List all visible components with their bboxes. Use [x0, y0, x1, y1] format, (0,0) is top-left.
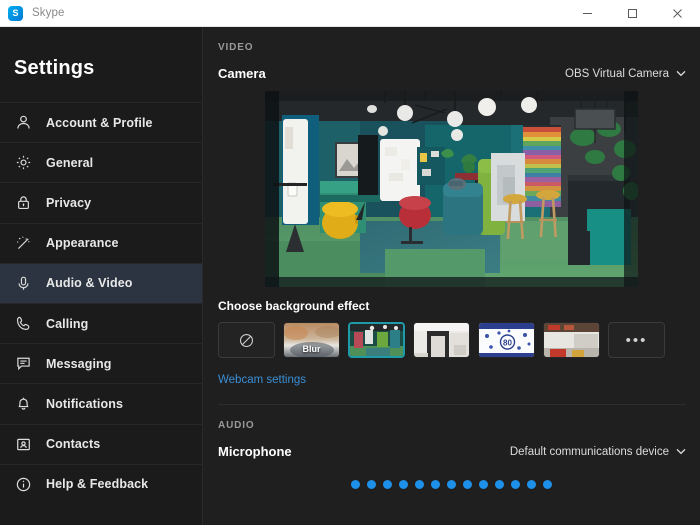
sidebar-item-label: Help & Feedback — [46, 477, 149, 492]
sidebar-item-general[interactable]: General — [0, 142, 202, 182]
background-effect-list: Blur 80 ••• — [203, 313, 700, 358]
bell-icon — [14, 394, 33, 413]
settings-main-panel: VIDEO Camera OBS Virtual Camera Choose b… — [203, 27, 700, 525]
office-hall-thumbnail-image — [544, 323, 599, 357]
level-dot — [383, 480, 392, 489]
background-more-button[interactable]: ••• — [608, 322, 665, 358]
level-dot — [351, 480, 360, 489]
background-option-green-office[interactable] — [348, 322, 405, 358]
svg-text:80: 80 — [503, 339, 512, 348]
sidebar-item-label: Privacy — [46, 195, 92, 210]
microphone-label: Microphone — [218, 444, 292, 459]
wand-icon — [14, 234, 33, 253]
title-bar: S Skype — [0, 0, 700, 27]
level-dot — [447, 480, 456, 489]
sidebar-item-label: Appearance — [46, 236, 119, 251]
white-room-thumbnail-image — [414, 323, 469, 357]
sidebar-item-messaging[interactable]: Messaging — [0, 343, 202, 383]
sidebar-item-appearance[interactable]: Appearance — [0, 222, 202, 263]
camera-select[interactable]: OBS Virtual Camera — [565, 68, 686, 80]
camera-label: Camera — [218, 66, 266, 81]
camera-row: Camera OBS Virtual Camera — [203, 66, 700, 81]
background-effect-title: Choose background effect — [218, 299, 370, 313]
skype-settings-window: S Skype Settings Account & Profile Gener… — [0, 0, 700, 525]
level-dot — [479, 480, 488, 489]
camera-preview-wrap — [203, 81, 700, 287]
skype-logo-letter: S — [12, 7, 19, 18]
camera-select-value: OBS Virtual Camera — [565, 67, 669, 80]
sidebar-item-label: Calling — [46, 316, 89, 331]
audio-section-header: AUDIO — [218, 420, 255, 431]
sidebar-item-label: Contacts — [46, 437, 101, 452]
lock-icon — [14, 193, 33, 212]
sidebar-item-privacy[interactable]: Privacy — [0, 182, 202, 222]
background-option-white-room[interactable] — [413, 322, 470, 358]
chevron-down-icon — [676, 70, 686, 77]
level-dot — [367, 480, 376, 489]
sidebar-item-account-profile[interactable]: Account & Profile — [0, 102, 202, 142]
page-title: Settings — [14, 57, 95, 79]
camera-preview-image — [265, 91, 638, 287]
sidebar-item-audio-video[interactable]: Audio & Video — [0, 262, 202, 303]
window-controls — [565, 0, 700, 26]
microphone-icon — [14, 274, 33, 293]
green-office-thumbnail-image — [350, 324, 403, 356]
microphone-select-value: Default communications device — [509, 445, 669, 458]
chat-icon — [14, 354, 33, 373]
gear-icon — [14, 153, 33, 172]
contact-card-icon — [14, 435, 33, 454]
skype-logo-icon: S — [8, 5, 23, 21]
settings-sidebar: Settings Account & Profile General Priva… — [0, 27, 203, 525]
level-dot — [431, 480, 440, 489]
sidebar-item-label: Audio & Video — [46, 276, 133, 291]
window-title: Skype — [32, 7, 65, 19]
level-dot — [415, 480, 424, 489]
sidebar-item-contacts[interactable]: Contacts — [0, 423, 202, 464]
level-dot — [543, 480, 552, 489]
webcam-settings-link[interactable]: Webcam settings — [203, 358, 306, 386]
microphone-select[interactable]: Default communications device — [510, 446, 686, 458]
close-button[interactable] — [655, 0, 700, 26]
video-section-header: VIDEO — [218, 42, 254, 53]
background-option-label: Blur — [302, 344, 321, 354]
maximize-button[interactable] — [610, 0, 655, 26]
background-option-office-hall[interactable] — [543, 322, 600, 358]
microphone-row: Microphone Default communications device — [203, 444, 700, 459]
sidebar-item-label: Messaging — [46, 356, 112, 371]
level-dot — [527, 480, 536, 489]
microphone-level-meter — [203, 459, 700, 489]
sidebar-item-label: Account & Profile — [46, 115, 153, 130]
no-effect-icon — [239, 333, 254, 347]
sidebar-item-notifications[interactable]: Notifications — [0, 383, 202, 423]
phone-icon — [14, 314, 33, 333]
level-dot — [463, 480, 472, 489]
sidebar-item-label: General — [46, 155, 94, 170]
level-dot — [495, 480, 504, 489]
minimize-button[interactable] — [565, 0, 610, 26]
sidebar-item-label: Notifications — [46, 396, 123, 411]
info-icon — [14, 475, 33, 494]
level-dot — [399, 480, 408, 489]
person-icon — [14, 113, 33, 132]
background-option-blue-pattern[interactable]: 80 — [478, 322, 535, 358]
background-option-blur[interactable]: Blur — [283, 322, 340, 358]
level-dot — [511, 480, 520, 489]
sidebar-item-calling[interactable]: Calling — [0, 302, 202, 343]
chevron-down-icon — [676, 448, 686, 455]
camera-preview — [265, 91, 638, 287]
background-option-none[interactable] — [218, 322, 275, 358]
blue-pattern-thumbnail-image: 80 — [479, 323, 534, 357]
ellipsis-icon: ••• — [625, 331, 648, 349]
sidebar-item-help-feedback[interactable]: Help & Feedback — [0, 463, 202, 504]
